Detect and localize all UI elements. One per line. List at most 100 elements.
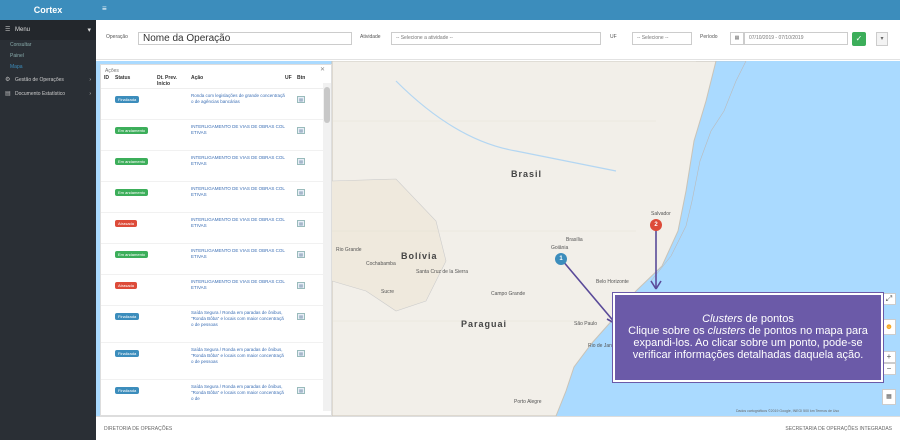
table-row[interactable]: Em andamento INTERLIGAMENTO DE VIAS DE OB… bbox=[101, 120, 325, 151]
close-icon[interactable]: ✕ bbox=[320, 66, 325, 73]
row-acao-link[interactable]: Ronda com legislações de grande concentr… bbox=[191, 93, 285, 105]
details-icon[interactable]: ▤ bbox=[297, 127, 305, 134]
row-status: Em andamento bbox=[115, 186, 157, 197]
sidebar-item-consultar[interactable]: Consultar bbox=[0, 40, 96, 51]
zoom-out-button[interactable]: − bbox=[882, 363, 896, 375]
details-icon[interactable]: ▤ bbox=[297, 387, 305, 394]
callout-text: Clique sobre os bbox=[628, 325, 708, 337]
details-icon[interactable]: ▤ bbox=[297, 313, 305, 320]
row-status: Em andamento bbox=[115, 248, 157, 259]
status-badge: Finalizada bbox=[115, 350, 140, 357]
row-button[interactable]: ▤ bbox=[297, 310, 311, 321]
sidebar-item-documento[interactable]: ▤ Documento Estatístico › bbox=[0, 87, 96, 101]
row-button[interactable]: ▤ bbox=[297, 217, 311, 228]
status-badge: Em andamento bbox=[115, 127, 149, 134]
sidebar-item-mapa[interactable]: Mapa bbox=[0, 62, 96, 73]
row-button[interactable]: ▤ bbox=[297, 124, 311, 135]
table-row[interactable]: Em andamento INTERLIGAMENTO DE VIAS DE OB… bbox=[101, 151, 325, 182]
callout-text: de pontos no mapa para bbox=[745, 325, 868, 337]
table-row[interactable]: Atrasada INTERLIGAMENTO DE VIAS DE OBRAS … bbox=[101, 213, 325, 244]
row-acao-link[interactable]: INTERLIGAMENTO DE VIAS DE OBRAS COLETIVA… bbox=[191, 217, 285, 229]
row-acao-link[interactable]: Saída Segura / Ronda em paradas de ônibu… bbox=[191, 384, 285, 402]
details-icon[interactable]: ▤ bbox=[297, 350, 305, 357]
table-row[interactable]: Atrasada INTERLIGAMENTO DE VIAS DE OBRAS … bbox=[101, 275, 325, 306]
scrollbar[interactable] bbox=[323, 83, 331, 411]
status-badge: Em andamento bbox=[115, 158, 149, 165]
map-label-campo-grande: Campo Grande bbox=[491, 291, 526, 297]
details-icon[interactable]: ▤ bbox=[297, 96, 305, 103]
row-acao-link[interactable]: Saída Segura / Ronda em paradas de ônibu… bbox=[191, 347, 285, 365]
table-row[interactable]: Finalizada Saída Segura / Ronda em parada… bbox=[101, 343, 325, 380]
row-button[interactable]: ▤ bbox=[297, 384, 311, 395]
uf-label: UF bbox=[610, 34, 617, 40]
row-acao-link[interactable]: INTERLIGAMENTO DE VIAS DE OBRAS COLETIVA… bbox=[191, 186, 285, 198]
search-button[interactable]: ✓ bbox=[852, 32, 866, 46]
status-badge: Finalizada bbox=[115, 313, 140, 320]
row-acao-link[interactable]: INTERLIGAMENTO DE VIAS DE OBRAS COLETIVA… bbox=[191, 124, 285, 136]
row-status: Atrasada bbox=[115, 217, 157, 228]
row-acao-link[interactable]: INTERLIGAMENTO DE VIAS DE OBRAS COLETIVA… bbox=[191, 248, 285, 260]
zoom-in-button[interactable]: + bbox=[882, 351, 896, 363]
row-acao-link[interactable]: INTERLIGAMENTO DE VIAS DE OBRAS COLETIVA… bbox=[191, 279, 285, 291]
sidebar-item-label: Gestão de Operações bbox=[15, 77, 64, 83]
row-button[interactable]: ▤ bbox=[297, 347, 311, 358]
map-label-salvador: Salvador bbox=[651, 211, 671, 217]
top-bar: ≡ bbox=[96, 0, 900, 20]
map-label-sp: São Paulo bbox=[574, 321, 598, 327]
minus-icon: − bbox=[886, 364, 892, 373]
row-acao-link[interactable]: INTERLIGAMENTO DE VIAS DE OBRAS COLETIVA… bbox=[191, 155, 285, 167]
row-status: Finalizada bbox=[115, 384, 157, 395]
callout-title-italic: Clusters bbox=[702, 313, 743, 325]
col-id[interactable]: ID bbox=[101, 75, 115, 88]
menu-toggle[interactable]: ☰ Menu ▾ bbox=[0, 20, 96, 40]
atividade-select[interactable]: -- Selecione a atividade -- bbox=[391, 32, 601, 45]
row-button[interactable]: ▤ bbox=[297, 155, 311, 166]
map-cluster-red[interactable]: 2 bbox=[650, 219, 662, 231]
table-row[interactable]: Finalizada Saída Segura / Ronda em parada… bbox=[101, 380, 325, 415]
status-badge: Atrasada bbox=[115, 220, 138, 227]
sidebar-item-painel[interactable]: Painel bbox=[0, 51, 96, 62]
details-icon[interactable]: ▤ bbox=[297, 189, 305, 196]
row-acao-link[interactable]: Saída Segura / Ronda em paradas de ônibu… bbox=[191, 310, 285, 328]
details-icon[interactable]: ▤ bbox=[297, 251, 305, 258]
hamburger-icon[interactable]: ≡ bbox=[102, 5, 108, 13]
uf-select[interactable]: -- Selecione -- bbox=[632, 32, 692, 45]
sidebar-item-label: Mapa bbox=[10, 64, 23, 70]
periodo-input[interactable]: 07/10/2019 - 07/10/2019 bbox=[744, 32, 848, 45]
fullscreen-button[interactable]: ⤢ bbox=[882, 293, 896, 305]
operacao-input[interactable]: Nome da Operação bbox=[138, 32, 352, 45]
details-icon[interactable]: ▤ bbox=[297, 158, 305, 165]
map-label-bh: Belo Horizonte bbox=[596, 279, 629, 285]
map-cluster-blue[interactable]: 1 bbox=[555, 253, 567, 265]
plus-icon: + bbox=[886, 352, 892, 361]
details-icon[interactable]: ▤ bbox=[297, 282, 305, 289]
col-btn[interactable]: Btn bbox=[297, 75, 311, 88]
details-icon[interactable]: ▤ bbox=[297, 220, 305, 227]
status-badge: Em andamento bbox=[115, 189, 149, 196]
row-button[interactable]: ▤ bbox=[297, 279, 311, 290]
chevron-down-icon: ▾ bbox=[87, 27, 91, 34]
col-acao[interactable]: Ação bbox=[191, 75, 285, 88]
table-row[interactable]: Finalizada Ronda com legislações de grand… bbox=[101, 89, 325, 120]
table-row[interactable]: Em andamento INTERLIGAMENTO DE VIAS DE OB… bbox=[101, 244, 325, 275]
document-icon: ▤ bbox=[5, 91, 11, 97]
more-options-button[interactable]: ▾ bbox=[876, 32, 888, 46]
row-button[interactable]: ▤ bbox=[297, 186, 311, 197]
sidebar-item-gestao[interactable]: ⚙ Gestão de Operações › bbox=[0, 73, 96, 87]
table-row[interactable]: Finalizada Saída Segura / Ronda em parada… bbox=[101, 306, 325, 343]
table-row[interactable]: Em andamento INTERLIGAMENTO DE VIAS DE OB… bbox=[101, 182, 325, 213]
map-attribution: Dados cartográficos ©2019 Google, INEGI … bbox=[736, 409, 840, 413]
col-dt[interactable]: Dt. Prev. Início bbox=[157, 75, 191, 88]
street-view-button[interactable]: ☻ bbox=[882, 319, 896, 335]
row-button[interactable]: ▤ bbox=[297, 248, 311, 259]
map-label-paraguai: Paraguai bbox=[461, 319, 508, 329]
scrollbar-thumb[interactable] bbox=[324, 87, 330, 123]
sidebar-item-label: Documento Estatístico bbox=[15, 91, 66, 97]
brand-logo[interactable]: Cortex bbox=[0, 0, 96, 20]
row-button[interactable]: ▤ bbox=[297, 93, 311, 104]
status-badge: Em andamento bbox=[115, 251, 149, 258]
map-type-button[interactable]: ▦ bbox=[882, 389, 896, 405]
col-status[interactable]: Status bbox=[115, 75, 157, 88]
col-uf[interactable]: UF bbox=[285, 75, 297, 88]
calendar-icon[interactable]: ▦ bbox=[730, 32, 744, 45]
